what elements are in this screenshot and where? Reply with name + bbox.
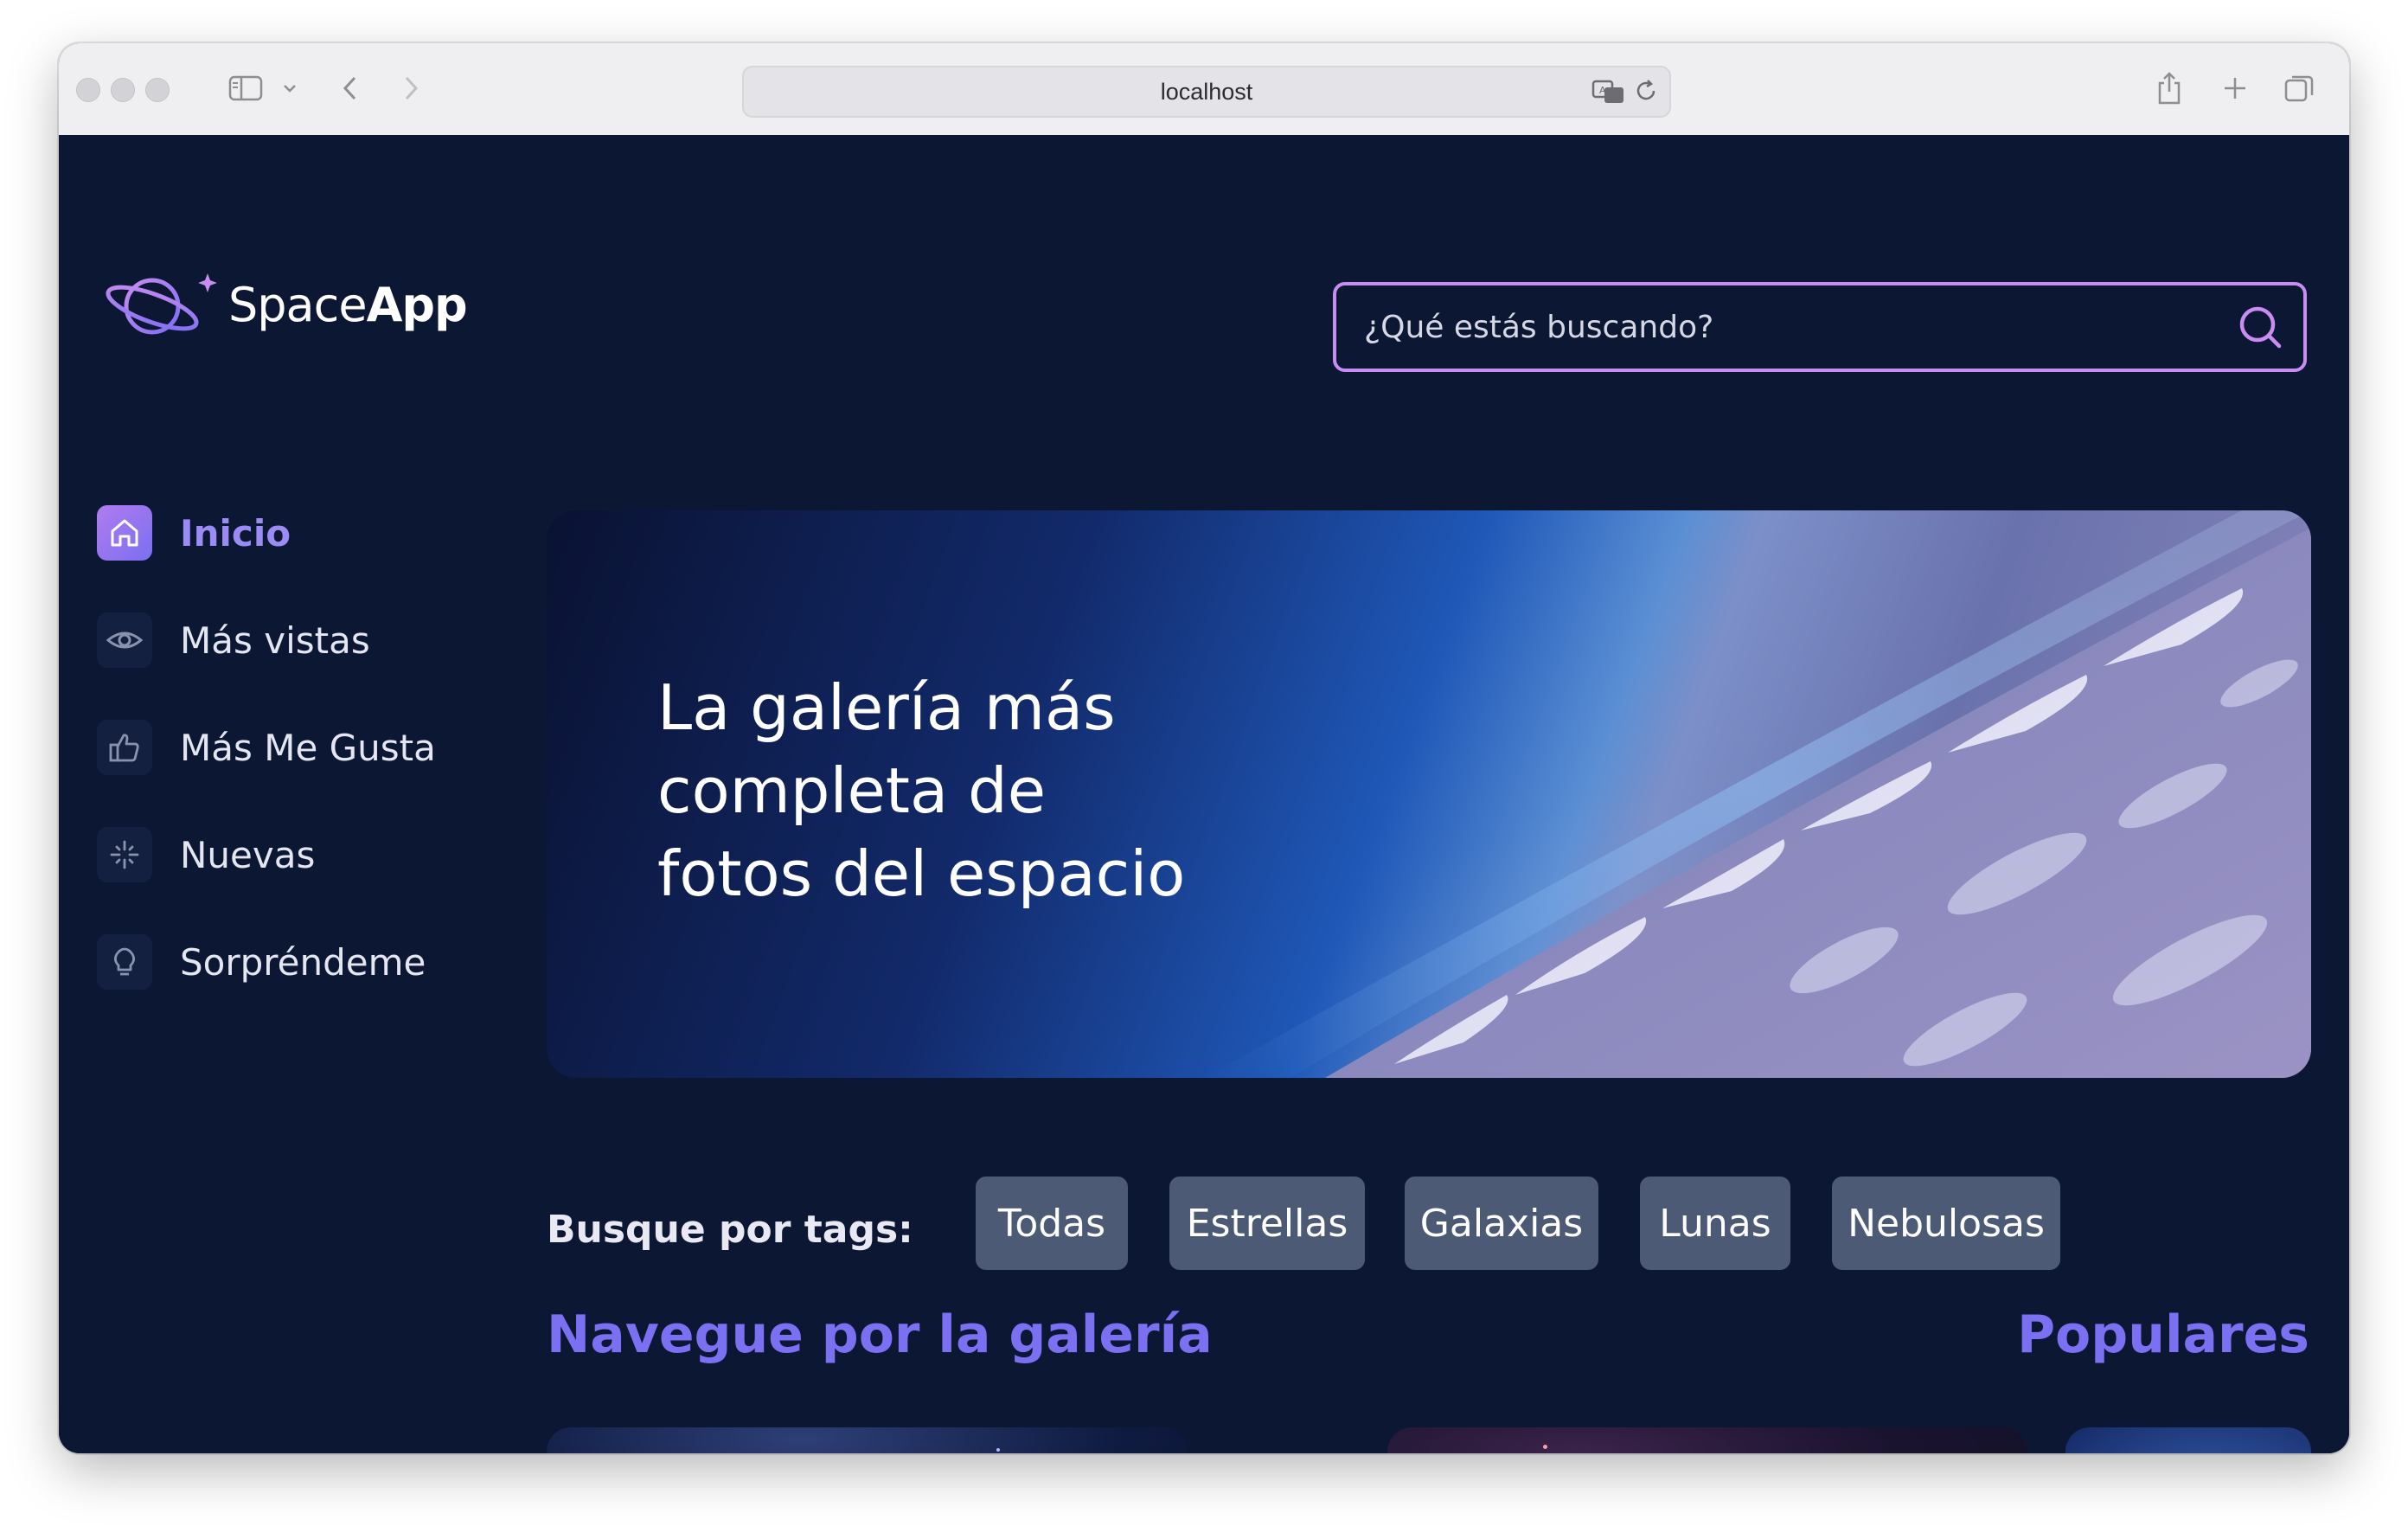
tags-label: Busque por tags: — [547, 1208, 913, 1252]
planet-logo-icon — [106, 273, 217, 335]
sidebar-item-label: Más Me Gusta — [180, 726, 436, 769]
lightbulb-icon — [97, 934, 152, 990]
sidebar-nav: Inicio Más vistas Más Me Gusta Nuevas So… — [97, 505, 436, 1042]
page: SpaceApp Inicio Más vistas — [59, 135, 2349, 1453]
tag-nebulosas-button[interactable]: Nebulosas — [1832, 1177, 2060, 1270]
tag-galaxias-button[interactable]: Galaxias — [1405, 1177, 1598, 1270]
url-text: localhost — [1160, 79, 1253, 105]
sparkle-icon — [97, 827, 152, 882]
browser-titlebar: localhost A — [59, 43, 2349, 137]
hero-banner: La galería más completa de fotos del esp… — [547, 510, 2311, 1078]
translate-icon[interactable]: A — [1591, 79, 1626, 108]
browser-window: localhost A SpaceApp ¿Qué estás buscando… — [59, 43, 2349, 1453]
svg-text:A: A — [1599, 85, 1606, 96]
sidebar-item-label: Nuevas — [180, 833, 316, 876]
search-icon[interactable] — [2234, 301, 2286, 353]
back-arrow-icon[interactable] — [337, 66, 363, 111]
share-icon[interactable] — [2152, 66, 2187, 111]
maximize-window-button[interactable] — [145, 78, 170, 102]
banner-title: La galería más completa de fotos del esp… — [657, 671, 1186, 910]
search-bar[interactable] — [1333, 282, 2307, 372]
tag-todas-button[interactable]: Todas — [976, 1177, 1128, 1270]
sidebar-toggle-icon[interactable] — [225, 66, 266, 111]
tag-estrellas-button[interactable]: Estrellas — [1169, 1177, 1365, 1270]
gallery-heading: Navegue por la galería — [547, 1305, 1213, 1365]
close-window-button[interactable] — [76, 78, 100, 102]
popular-image[interactable] — [2065, 1427, 2311, 1453]
sidebar-item-label: Más vistas — [180, 619, 370, 662]
chevron-down-icon[interactable] — [280, 66, 299, 111]
sidebar-item-inicio[interactable]: Inicio — [97, 505, 436, 561]
sidebar-item-mas-vistas[interactable]: Más vistas — [97, 612, 436, 668]
home-icon — [97, 505, 152, 561]
minimize-window-button[interactable] — [111, 78, 135, 102]
tag-lunas-button[interactable]: Lunas — [1640, 1177, 1790, 1270]
address-bar[interactable]: localhost A — [742, 66, 1671, 118]
popular-heading: Populares — [2017, 1305, 2309, 1365]
search-input[interactable] — [1336, 308, 2234, 346]
eye-icon — [97, 612, 152, 668]
sidebar-item-nuevas[interactable]: Nuevas — [97, 827, 436, 882]
sidebar-item-label: Sorpréndeme — [180, 940, 426, 984]
logo-text: SpaceApp — [228, 277, 468, 332]
sidebar-item-mas-me-gusta[interactable]: Más Me Gusta — [97, 720, 436, 775]
forward-arrow-icon[interactable] — [398, 66, 424, 111]
sidebar-item-label: Inicio — [180, 511, 291, 555]
logo[interactable]: SpaceApp — [99, 261, 468, 348]
sidebar-item-sorprendeme[interactable]: Sorpréndeme — [97, 934, 436, 990]
new-tab-icon[interactable] — [2218, 66, 2252, 111]
tab-overview-icon[interactable] — [2282, 66, 2316, 111]
gallery-image[interactable] — [1387, 1427, 2027, 1453]
thumbs-up-icon — [97, 720, 152, 775]
gallery-image[interactable] — [547, 1427, 1187, 1453]
reload-icon[interactable] — [1633, 78, 1659, 107]
